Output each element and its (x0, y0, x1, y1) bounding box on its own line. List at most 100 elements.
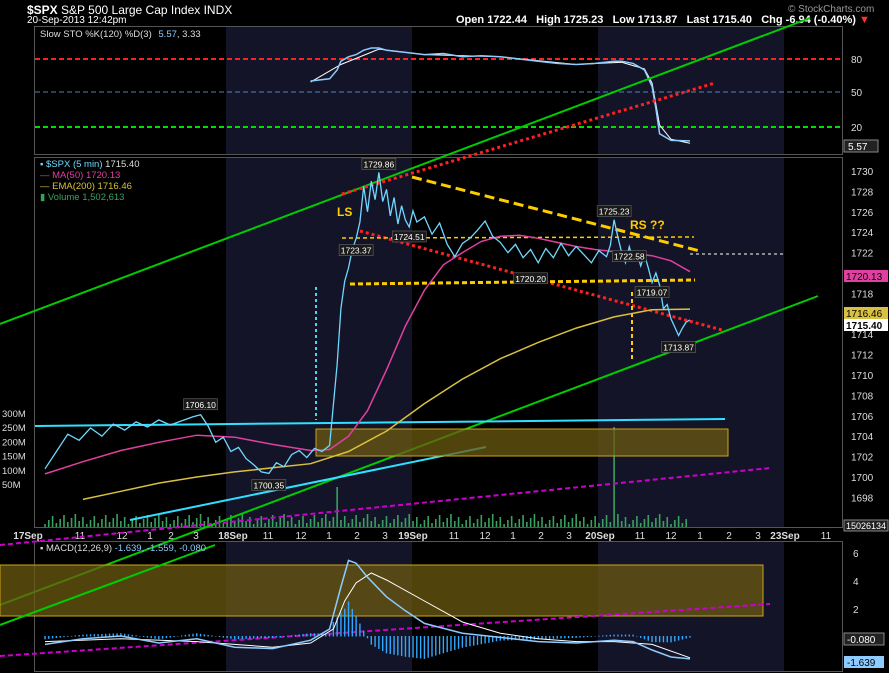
macd-histogram-bar (177, 636, 179, 637)
volume-bar (294, 524, 297, 527)
price-tick-label: 1704 (851, 432, 874, 443)
macd-tick-4: 4 (853, 577, 859, 588)
price-tick-label: 1702 (851, 453, 874, 464)
volume-bar (431, 523, 433, 527)
x-tick-label: 17Sep (13, 531, 42, 542)
volume-bar (142, 519, 145, 527)
volume-bar (624, 517, 627, 527)
volume-bar (93, 516, 96, 527)
macd-histogram-bar (480, 636, 483, 645)
macd-histogram-bar (82, 634, 84, 637)
macd-histogram-bar (446, 636, 448, 653)
volume-bar (268, 519, 270, 527)
volume-bar (556, 523, 559, 527)
x-tick-label: 12 (295, 531, 307, 542)
volume-bar (617, 514, 619, 527)
volume-bar (465, 520, 467, 527)
volume-bar (560, 519, 562, 527)
callout-label-p1723_37: 1723.37 (341, 246, 372, 256)
price-tick-label: 1698 (851, 493, 874, 504)
x-tick-label: 2 (168, 531, 174, 542)
macd-histogram-bar (374, 636, 376, 647)
volume-bar (131, 520, 134, 527)
volume-bar (173, 520, 175, 527)
volume-bar (393, 519, 395, 527)
annotation-rs: RS ?? (630, 218, 665, 232)
callout-label-p1724_51: 1724.51 (394, 232, 425, 242)
macd-histogram-bar (298, 634, 300, 637)
volume-bar (351, 519, 354, 527)
x-tick-label: 3 (566, 531, 572, 542)
volume-bar (309, 519, 312, 527)
volume-bar (70, 518, 73, 527)
price-tick-label: 1718 (851, 289, 874, 300)
sto-legend-label: Slow STO %K(120) %D(3) (40, 29, 152, 40)
volume-bar (85, 524, 88, 527)
callout-label-p1713_87: 1713.87 (663, 343, 694, 353)
macd-histogram-bar (180, 635, 183, 637)
macd-histogram-bar (207, 634, 209, 637)
sto-last-value: 5.57 (848, 142, 868, 153)
time-axis: 17Sep111212318Sep111212319Sep111212320Se… (13, 531, 831, 542)
volume-bar (548, 520, 551, 527)
volume-bar (104, 515, 107, 527)
x-tick-label: 11 (449, 531, 460, 542)
macd-histogram-bar (567, 636, 570, 639)
macd-histogram-bar (241, 636, 243, 640)
volume-bar (355, 515, 357, 527)
macd-histogram-bar (78, 635, 80, 637)
macd-histogram-bar (192, 633, 194, 637)
macd-histogram-bar (218, 636, 221, 638)
callout-label-p1719_07: 1719.07 (637, 287, 668, 297)
macd-histogram-bar (651, 636, 653, 643)
volume-bar (404, 518, 407, 527)
x-tick-label: 2 (354, 531, 360, 542)
volume-bar (594, 516, 596, 527)
volume-bar (427, 516, 430, 527)
volume-tick-label: 250M (2, 423, 26, 434)
macd-histogram-bar (146, 636, 149, 638)
callout-label-p1720_20: 1720.20 (515, 274, 546, 284)
volume-bar (666, 517, 669, 527)
x-tick-label: 2 (538, 531, 544, 542)
yellow-support-box (315, 428, 729, 457)
x-tick-label: 2 (726, 531, 732, 542)
macd-histogram-bar (44, 636, 46, 640)
volume-bar (438, 515, 441, 527)
volume-tick-label: 200M (2, 437, 26, 448)
macd-histogram-bar (306, 633, 308, 637)
macd-histogram-bar (404, 636, 407, 657)
volume-bar (499, 517, 502, 527)
macd-histogram-bar (545, 636, 547, 640)
price-tick-label: 1728 (851, 187, 874, 198)
macd-histogram-bar (469, 636, 471, 647)
macd-histogram-bar (552, 636, 555, 639)
volume-bar (434, 519, 437, 527)
volume-bar (537, 521, 540, 527)
callout-label-p1700_35: 1700.35 (253, 480, 284, 490)
x-tick-label: 12 (665, 531, 677, 542)
macd-histogram-bar (359, 623, 361, 637)
price-tick-label: 1726 (851, 208, 874, 219)
volume-bar (101, 519, 103, 527)
volume-bar (605, 515, 608, 527)
macd-histogram-bar (264, 636, 266, 639)
macd-histogram-bar (366, 636, 369, 639)
volume-bar (681, 523, 684, 527)
price-legend-symbol: ▪ $SPX (5 min) 1715.40 (40, 159, 140, 170)
volume-bar (120, 521, 122, 527)
macd-histogram-bar (158, 636, 160, 640)
volume-bar (412, 521, 414, 527)
volume-bar (347, 523, 350, 527)
macd-histogram-bar (105, 633, 107, 637)
volume-bar (180, 523, 183, 527)
volume-bar (453, 521, 456, 527)
volume-bar (275, 522, 278, 527)
volume-bar (123, 517, 126, 527)
macd-histogram-bar (632, 634, 634, 637)
macd-histogram-bar (370, 636, 372, 645)
macd-histogram-bar (560, 636, 562, 639)
macd-histogram-bar (150, 636, 152, 639)
volume-bar (51, 516, 54, 527)
volume-bar (518, 519, 521, 527)
